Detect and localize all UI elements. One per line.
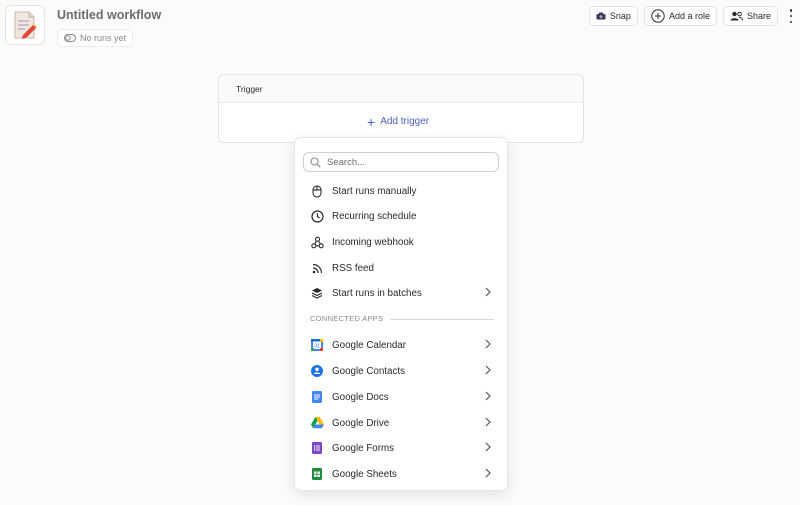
share-button[interactable]: Share <box>722 6 778 26</box>
search-icon <box>310 156 321 168</box>
google-drive-icon <box>310 416 324 430</box>
menu-item-start-manually[interactable]: Start runs manually <box>295 179 509 203</box>
menu-item-label: Google Forms <box>332 442 395 454</box>
plus-icon: + <box>367 113 376 130</box>
menu-item-google-calendar[interactable]: 31 Google Calendar <box>295 333 509 357</box>
search-box[interactable] <box>303 152 499 172</box>
chevron-right-icon <box>485 442 491 452</box>
camera-icon <box>596 12 606 20</box>
add-trigger-label: Add trigger <box>380 116 430 127</box>
menu-item-rss-feed[interactable]: RSS feed <box>295 256 509 280</box>
header-actions: Snap Add a role Share <box>588 6 778 26</box>
menu-item-label: Google Sheets <box>332 468 397 480</box>
menu-item-label: Google Calendar <box>332 339 407 351</box>
workflow-icon[interactable] <box>5 5 45 45</box>
menu-item-google-forms[interactable]: Google Forms <box>295 436 509 460</box>
menu-item-label: Start runs in batches <box>332 287 422 299</box>
menu-item-label: Google Docs <box>332 391 389 403</box>
menu-item-label: Google Contacts <box>332 365 405 377</box>
menu-item-label: Google Drive <box>332 417 390 429</box>
google-forms-icon <box>310 441 324 455</box>
plus-circle-icon <box>651 9 665 23</box>
connected-apps-heading: CONNECTED APPS <box>310 314 384 323</box>
svg-text:31: 31 <box>314 344 320 350</box>
more-options-icon[interactable] <box>788 9 794 23</box>
add-trigger-button[interactable]: + Add trigger <box>367 113 430 130</box>
layers-icon <box>310 286 324 300</box>
share-label: Share <box>746 11 771 21</box>
section-divider <box>390 319 494 320</box>
menu-item-recurring-schedule[interactable]: Recurring schedule <box>295 204 509 228</box>
menu-item-start-batches[interactable]: Start runs in batches <box>295 281 509 305</box>
add-role-button[interactable]: Add a role <box>643 6 717 26</box>
chevron-right-icon <box>485 468 491 478</box>
chevron-right-icon <box>485 417 491 427</box>
chevron-right-icon <box>485 391 491 401</box>
google-calendar-icon: 31 <box>310 338 324 352</box>
chevron-right-icon <box>485 287 491 297</box>
snap-label: Snap <box>609 11 631 21</box>
workflow-title[interactable]: Untitled workflow <box>57 8 161 22</box>
trigger-header: Trigger <box>219 75 583 103</box>
menu-item-google-sheets[interactable]: Google Sheets <box>295 462 509 486</box>
workflow-document-icon <box>14 11 37 39</box>
chevron-right-icon <box>485 365 491 375</box>
google-sheets-icon <box>310 467 324 481</box>
snap-button[interactable]: Snap <box>588 6 638 26</box>
menu-item-google-docs[interactable]: Google Docs <box>295 385 509 409</box>
trigger-dropdown: Start runs manually Recurring schedule I… <box>294 137 508 491</box>
google-contacts-icon <box>310 364 324 378</box>
menu-item-label: Start runs manually <box>332 185 417 197</box>
menu-item-google-contacts[interactable]: Google Contacts <box>295 359 509 383</box>
chevron-right-icon <box>485 339 491 349</box>
menu-item-label: Recurring schedule <box>332 210 417 222</box>
google-docs-icon <box>310 390 324 404</box>
menu-item-google-drive[interactable]: Google Drive <box>295 411 509 435</box>
webhook-icon <box>310 235 324 249</box>
search-input[interactable] <box>327 156 487 168</box>
menu-item-label: RSS feed <box>332 262 374 274</box>
trigger-card: Trigger + Add trigger <box>218 74 584 143</box>
menu-item-incoming-webhook[interactable]: Incoming webhook <box>295 230 509 254</box>
clock-icon <box>310 209 324 223</box>
people-icon <box>730 11 743 21</box>
mouse-icon <box>310 184 324 198</box>
runs-status-text: No runs yet <box>80 33 127 43</box>
menu-item-label: Incoming webhook <box>332 236 414 248</box>
add-role-label: Add a role <box>668 11 710 21</box>
rss-icon <box>310 261 324 275</box>
runs-status-badge: No runs yet <box>57 29 134 47</box>
toggle-icon <box>64 34 76 42</box>
